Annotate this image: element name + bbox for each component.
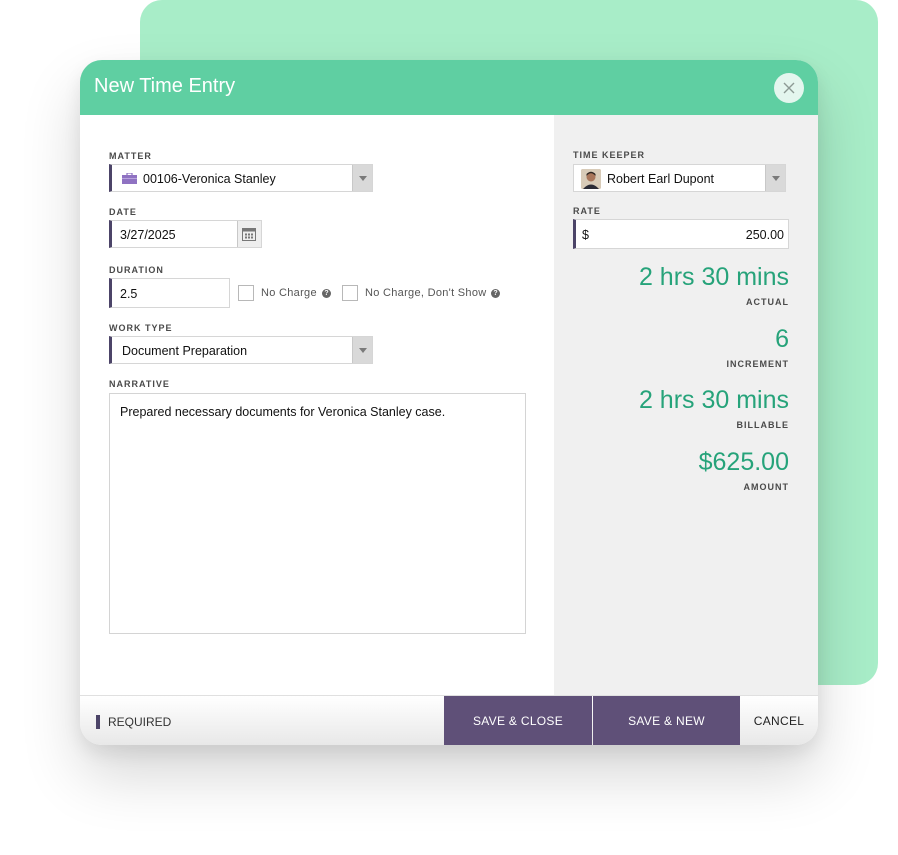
no-charge-dont-show-checkbox[interactable]: [342, 285, 358, 301]
work-type-select[interactable]: Document Preparation: [109, 336, 373, 364]
dialog-header: New Time Entry: [80, 60, 818, 115]
no-charge-checkbox[interactable]: [238, 285, 254, 301]
duration-value: 2.5: [120, 287, 138, 301]
no-charge-label: No Charge: [261, 287, 317, 299]
save-close-button[interactable]: SAVE & CLOSE: [444, 696, 592, 745]
matter-value: 00106-Veronica Stanley: [143, 172, 276, 186]
work-type-value: Document Preparation: [122, 344, 248, 358]
close-icon: [783, 82, 795, 94]
actual-value: 2 hrs 30 mins: [638, 263, 789, 291]
date-input[interactable]: 3/27/2025: [109, 220, 262, 248]
chevron-down-icon[interactable]: [765, 165, 785, 191]
calendar-icon: [242, 228, 256, 241]
no-charge-dont-show-label: No Charge, Don't Show: [365, 287, 487, 299]
narrative-label: NARRATIVE: [109, 379, 170, 389]
rate-value: 250.00: [745, 228, 784, 242]
close-button[interactable]: [774, 73, 804, 103]
amount-value: $625.00: [698, 448, 789, 476]
narrative-textarea[interactable]: Prepared necessary documents for Veronic…: [109, 393, 526, 634]
matter-label: MATTER: [109, 151, 152, 161]
help-icon[interactable]: ?: [322, 289, 331, 298]
cancel-button[interactable]: CANCEL: [740, 696, 818, 745]
briefcase-icon: [122, 173, 137, 184]
work-type-label: WORK TYPE: [109, 323, 173, 333]
date-value: 3/27/2025: [120, 228, 176, 242]
save-new-button[interactable]: SAVE & NEW: [593, 696, 740, 745]
time-keeper-select[interactable]: Robert Earl Dupont: [573, 164, 786, 192]
actual-label: ACTUAL: [746, 297, 789, 307]
narrative-value: Prepared necessary documents for Veronic…: [120, 405, 446, 419]
entry-form: MATTER 00106-Veronica Stanley DATE 3/27/…: [80, 115, 554, 695]
dialog-title: New Time Entry: [94, 75, 236, 97]
help-icon[interactable]: ?: [491, 289, 500, 298]
required-marker: [96, 715, 100, 729]
required-legend: REQUIRED: [108, 715, 172, 729]
rate-label: RATE: [573, 206, 601, 216]
amount-label: AMOUNT: [743, 482, 789, 492]
matter-select[interactable]: 00106-Veronica Stanley: [109, 164, 373, 192]
time-keeper-label: TIME KEEPER: [573, 150, 646, 160]
chevron-down-icon[interactable]: [352, 337, 372, 363]
duration-label: DURATION: [109, 265, 164, 275]
increment-label: INCREMENT: [726, 359, 789, 369]
calendar-button[interactable]: [237, 221, 261, 247]
dialog-footer: REQUIRED SAVE & CLOSE SAVE & NEW CANCEL: [80, 695, 818, 745]
rate-currency: $: [582, 228, 589, 242]
increment-value: 6: [775, 325, 789, 353]
chevron-down-icon[interactable]: [352, 165, 372, 191]
date-label: DATE: [109, 207, 137, 217]
summary-panel: TIME KEEPER Robert Earl Dupont RATE $ 25…: [554, 115, 818, 695]
time-entry-dialog: New Time Entry MATTER 00106-Veronica Sta…: [80, 60, 818, 745]
billable-value: 2 hrs 30 mins: [638, 386, 789, 414]
rate-input[interactable]: $ 250.00: [573, 219, 789, 249]
duration-input[interactable]: 2.5: [109, 278, 230, 308]
billable-label: BILLABLE: [736, 420, 789, 430]
avatar: [581, 169, 601, 189]
time-keeper-value: Robert Earl Dupont: [607, 172, 715, 186]
